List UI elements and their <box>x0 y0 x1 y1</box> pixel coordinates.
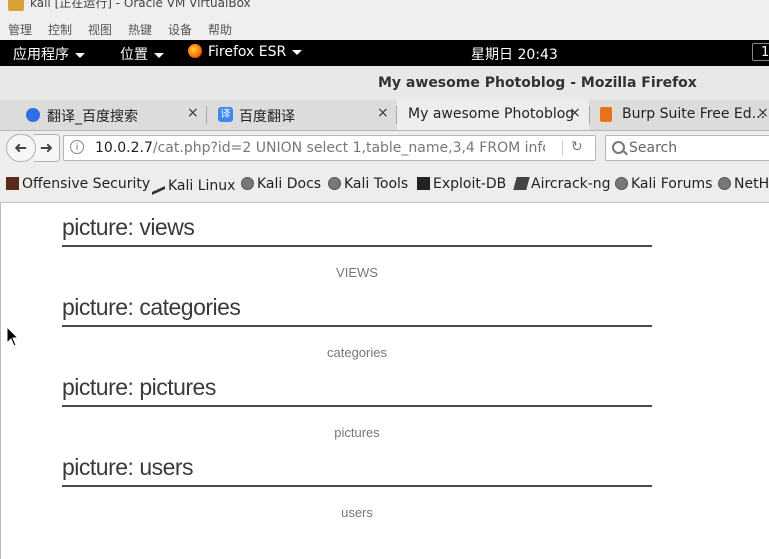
menu-control[interactable]: 控制 <box>48 21 72 38</box>
clock[interactable]: 星期日 20:43 <box>471 44 558 64</box>
bookmarks-toolbar: Offensive Security Kali Linux Kali Docs … <box>0 166 769 203</box>
offsec-icon <box>6 177 19 190</box>
applications-menu[interactable]: 应用程序 <box>13 44 85 64</box>
picture-caption: categories <box>327 345 387 360</box>
tab-baidu-search[interactable]: 翻译_百度搜索 × <box>0 100 206 130</box>
menu-help[interactable]: 帮助 <box>208 21 232 38</box>
firefox-app-menu[interactable]: Firefox ESR <box>188 44 303 60</box>
search-placeholder: Search <box>629 140 678 156</box>
globe-icon <box>241 177 254 190</box>
bookmark-aircrack-ng[interactable]: Aircrack-ng <box>513 176 611 192</box>
tab-bar: 翻译_百度搜索 × 译 百度翻译 × My awesome Photoblog … <box>0 100 769 131</box>
gnome-top-bar: 应用程序 位置 Firefox ESR 星期日 20:43 1 <box>0 40 769 66</box>
menu-hotkey[interactable]: 热键 <box>128 21 152 38</box>
firefox-icon <box>188 44 202 58</box>
window-title: My awesome Photoblog - Mozilla Firefox <box>378 75 697 91</box>
navigation-toolbar: ➜ ➜ i 10.0.2.7/cat.php?id=2 UNION select… <box>0 131 769 166</box>
virtualbox-menu-bar: 管理 控制 视图 热键 设备 帮助 <box>0 14 769 41</box>
burp-icon <box>600 107 612 122</box>
bookmark-kali-docs[interactable]: Kali Docs <box>241 176 321 192</box>
close-icon[interactable]: × <box>569 105 581 121</box>
menu-devices[interactable]: 设备 <box>168 21 192 38</box>
bookmark-exploit-db[interactable]: Exploit-DB <box>417 176 506 192</box>
menu-manage[interactable]: 管理 <box>8 21 32 38</box>
close-icon[interactable]: × <box>757 105 769 121</box>
bookmark-label: NetH <box>734 176 769 192</box>
virtualbox-window-title: kali [正在运行] - Oracle VM VirtualBox <box>30 0 251 10</box>
exploitdb-icon <box>417 177 430 190</box>
firefox-title-bar: My awesome Photoblog - Mozilla Firefox <box>0 66 769 100</box>
chevron-down-icon <box>292 49 303 55</box>
bookmark-label: Kali Tools <box>344 176 409 192</box>
tab-baidu-translate[interactable]: 译 百度翻译 × <box>207 100 396 130</box>
bookmark-kali-tools[interactable]: Kali Tools <box>328 176 408 192</box>
picture-title: picture: pictures <box>62 369 652 407</box>
virtualbox-title-bar: kali [正在运行] - Oracle VM VirtualBox <box>0 0 769 14</box>
tab-label: 百度翻译 <box>239 109 295 125</box>
picture-title: picture: categories <box>62 289 652 327</box>
workspace-indicator[interactable]: 1 <box>752 43 769 61</box>
picture-caption: pictures <box>334 425 380 440</box>
firefox-app-label: Firefox ESR <box>208 44 287 60</box>
url-divider <box>562 140 563 156</box>
forward-button[interactable]: ➜ <box>34 134 60 162</box>
baidu-icon <box>26 108 40 122</box>
virtualbox-app-icon <box>8 0 24 11</box>
reload-icon[interactable]: ↻ <box>571 139 583 155</box>
tab-label: Burp Suite Free Ed... <box>622 106 766 122</box>
picture-caption: VIEWS <box>336 265 378 280</box>
aircrack-icon <box>513 177 530 190</box>
close-icon[interactable]: × <box>187 105 199 121</box>
back-button[interactable]: ➜ <box>6 134 36 162</box>
picture-title: picture: users <box>62 449 652 487</box>
places-label: 位置 <box>120 47 148 63</box>
bookmark-neth[interactable]: NetH <box>718 176 769 192</box>
url-text[interactable]: 10.0.2.7/cat.php?id=2 UNION select 1,tab… <box>95 140 545 156</box>
globe-icon <box>718 177 731 190</box>
bookmark-label: Aircrack-ng <box>531 176 611 192</box>
picture-entry: picture: categories categories <box>62 289 652 360</box>
close-icon[interactable]: × <box>377 105 389 121</box>
url-host: 10.0.2.7 <box>95 140 153 156</box>
menu-view[interactable]: 视图 <box>88 21 112 38</box>
chevron-down-icon <box>154 52 164 58</box>
kali-icon <box>152 172 165 196</box>
info-icon[interactable]: i <box>70 140 84 154</box>
bookmark-label: Kali Docs <box>257 176 322 192</box>
applications-label: 应用程序 <box>13 47 69 63</box>
globe-icon <box>615 177 628 190</box>
chevron-down-icon <box>75 52 85 58</box>
page-content: picture: views VIEWS picture: categories… <box>0 203 769 559</box>
tab-label: My awesome Photoblog <box>408 106 575 122</box>
url-path: /cat.php?id=2 UNION select 1,table_name,… <box>152 140 545 156</box>
places-menu[interactable]: 位置 <box>120 44 164 64</box>
tab-burp-suite[interactable]: Burp Suite Free Ed... × <box>590 100 769 130</box>
picture-caption: users <box>341 505 373 520</box>
bookmark-label: Kali Linux <box>168 178 236 194</box>
search-input[interactable]: Search <box>605 135 769 161</box>
tab-photoblog-active[interactable]: My awesome Photoblog × <box>397 100 589 130</box>
back-arrow-icon: ➜ <box>14 138 28 157</box>
picture-entry: picture: views VIEWS <box>62 209 652 280</box>
picture-entry: picture: users users <box>62 449 652 520</box>
picture-entry: picture: pictures pictures <box>62 369 652 440</box>
globe-icon <box>328 177 341 190</box>
bookmark-label: Exploit-DB <box>433 176 507 192</box>
url-bar[interactable]: i 10.0.2.7/cat.php?id=2 UNION select 1,t… <box>63 135 596 161</box>
bookmark-label: Offensive Security <box>22 176 151 192</box>
mouse-cursor-icon <box>6 326 20 347</box>
translate-icon: 译 <box>218 107 233 122</box>
bookmark-label: Kali Forums <box>631 176 713 192</box>
search-icon <box>612 141 625 154</box>
bookmark-offensive-security[interactable]: Offensive Security <box>6 176 150 192</box>
forward-arrow-icon: ➜ <box>39 138 54 157</box>
bookmark-kali-linux[interactable]: Kali Linux <box>152 172 236 196</box>
picture-title: picture: views <box>62 209 652 247</box>
tab-label: 翻译_百度搜索 <box>47 109 138 125</box>
bookmark-kali-forums[interactable]: Kali Forums <box>615 176 712 192</box>
